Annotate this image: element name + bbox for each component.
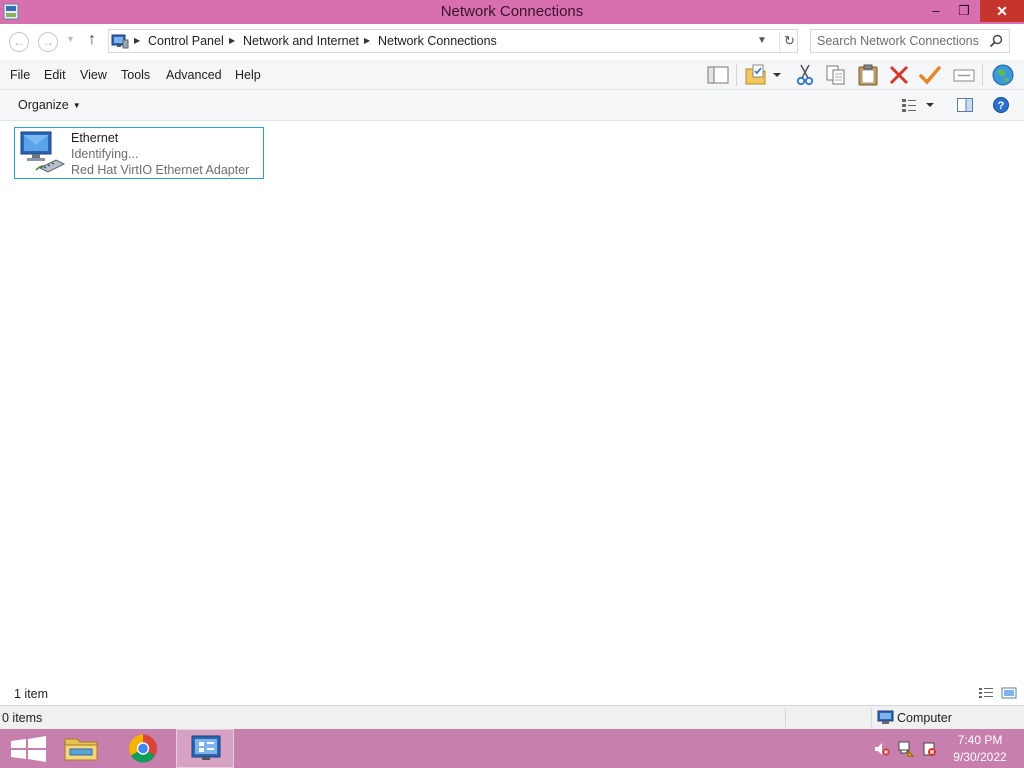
volume-muted-icon[interactable] [874, 741, 890, 757]
status-items: 0 items [2, 711, 43, 725]
chevron-down-icon[interactable] [770, 63, 784, 87]
recent-locations-button[interactable]: ▼ [66, 34, 75, 44]
control-panel-icon [111, 34, 129, 49]
connection-status: Identifying... [71, 147, 139, 161]
breadcrumb-separator-icon[interactable]: ▶ [364, 36, 370, 45]
network-adapter-icon [20, 131, 66, 173]
status-location: Computer [897, 711, 952, 725]
refresh-button[interactable]: ↻ [779, 33, 799, 51]
breadcrumb-control-panel[interactable]: Control Panel [148, 34, 224, 48]
internet-globe-icon[interactable] [991, 63, 1015, 87]
ethernet-connection-item[interactable]: Ethernet Identifying... Red Hat VirtIO E… [14, 127, 264, 179]
search-icon[interactable] [989, 34, 1003, 48]
chevron-down-icon[interactable] [923, 96, 937, 114]
file-explorer-icon[interactable] [52, 729, 110, 768]
rename-icon[interactable] [952, 63, 976, 87]
menu-tools[interactable]: Tools [121, 68, 150, 82]
clock-time[interactable]: 7:40 PM [940, 733, 1020, 747]
menu-file[interactable]: File [10, 68, 30, 82]
title-bar[interactable]: Network Connections – ❐ ✕ [0, 0, 1024, 24]
paste-icon[interactable] [856, 63, 880, 87]
chrome-icon[interactable] [114, 729, 172, 768]
organize-button[interactable]: Organize ▼ [18, 98, 81, 112]
network-connections-icon [191, 735, 221, 760]
menu-help[interactable]: Help [235, 68, 261, 82]
taskbar: 7:40 PM 9/30/2022 [0, 729, 1024, 768]
cut-icon[interactable] [793, 63, 817, 87]
details-view-icon[interactable] [978, 686, 994, 700]
help-icon[interactable]: ? [992, 96, 1010, 114]
menu-view[interactable]: View [80, 68, 107, 82]
network-connections-taskbar-button[interactable] [176, 729, 234, 768]
item-count: 1 item [14, 687, 49, 701]
content-area[interactable]: Ethernet Identifying... Red Hat VirtIO E… [0, 121, 1024, 681]
restore-button[interactable]: ❐ [950, 0, 978, 22]
large-icons-view-icon[interactable] [1001, 686, 1017, 700]
folder-check-icon[interactable] [744, 63, 768, 87]
toolbar-separator [982, 64, 983, 86]
breadcrumb-network-and-internet[interactable]: Network and Internet [243, 34, 359, 48]
connection-name: Ethernet [71, 131, 119, 145]
search-input[interactable] [817, 33, 987, 49]
chevron-down-icon: ▼ [72, 101, 81, 110]
svg-text:?: ? [998, 100, 1005, 112]
status-divider [785, 708, 786, 727]
item-count-bar: 1 item [0, 682, 1024, 705]
address-bar[interactable]: ▶ Control Panel ▶ Network and Internet ▶… [108, 29, 798, 53]
command-bar: Organize ▼ ? [0, 90, 1024, 121]
close-button[interactable]: ✕ [980, 0, 1024, 22]
layout-pane-icon[interactable] [706, 63, 730, 87]
copy-icon[interactable] [824, 63, 848, 87]
search-box[interactable] [810, 29, 1010, 53]
network-error-icon[interactable] [898, 741, 914, 757]
change-view-icon[interactable] [900, 96, 918, 114]
menu-bar: File Edit View Tools Advanced Help [0, 60, 1024, 90]
start-icon[interactable] [0, 729, 58, 768]
properties-check-icon[interactable] [918, 63, 942, 87]
delete-icon[interactable] [887, 63, 911, 87]
address-row: ← → ▼ ↑ ▶ Control Panel ▶ Network and In… [0, 24, 1024, 60]
breadcrumb-separator-icon[interactable]: ▶ [229, 36, 235, 45]
organize-label: Organize [18, 98, 69, 112]
connection-device: Red Hat VirtIO Ethernet Adapter [71, 163, 250, 177]
computer-icon [877, 710, 894, 724]
action-center-error-icon[interactable] [921, 741, 937, 757]
preview-pane-icon[interactable] [956, 96, 974, 114]
status-bar: 0 items Computer [0, 705, 1024, 729]
clock-date[interactable]: 9/30/2022 [940, 750, 1020, 764]
back-button[interactable]: ← [9, 32, 29, 52]
menu-advanced[interactable]: Advanced [166, 68, 222, 82]
menu-edit[interactable]: Edit [44, 68, 66, 82]
breadcrumb-separator-icon[interactable]: ▶ [134, 36, 140, 45]
address-history-dropdown[interactable]: ▼ [757, 35, 767, 46]
breadcrumb-network-connections[interactable]: Network Connections [378, 34, 497, 48]
minimize-button[interactable]: – [922, 0, 950, 22]
forward-button[interactable]: → [38, 32, 58, 52]
up-button[interactable]: ↑ [88, 31, 96, 49]
window-title: Network Connections [440, 3, 584, 20]
toolbar-separator [736, 64, 737, 86]
status-divider [871, 708, 872, 727]
